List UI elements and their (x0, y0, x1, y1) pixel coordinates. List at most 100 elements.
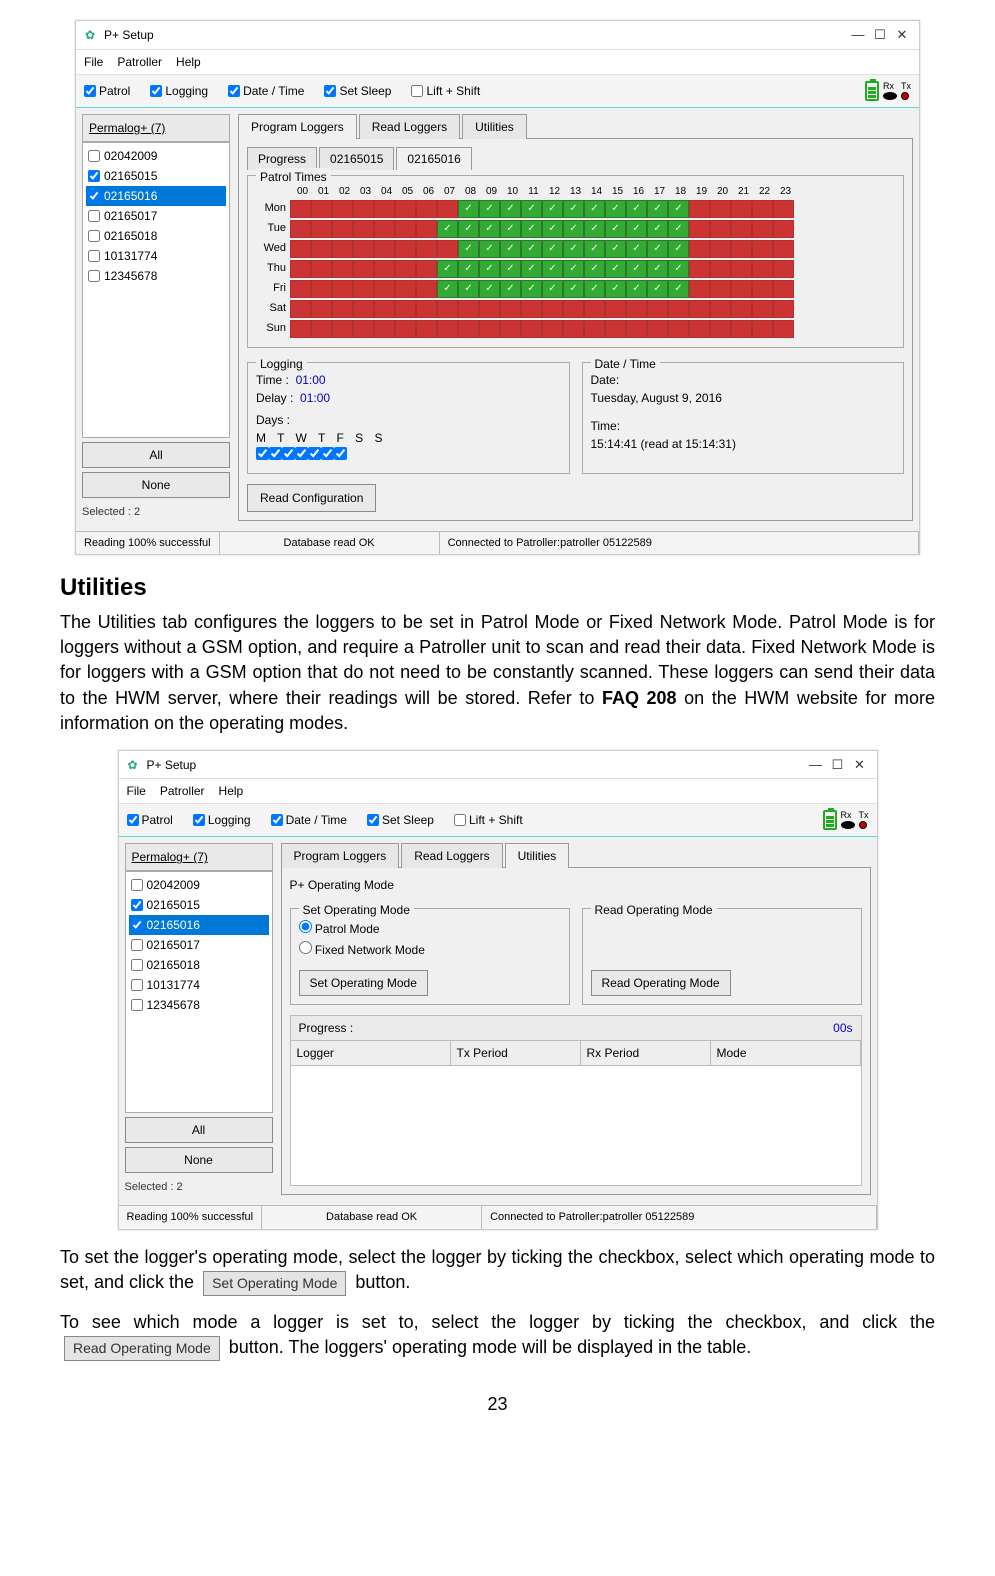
none-button[interactable]: None (82, 472, 230, 498)
read-op-button[interactable]: Read Operating Mode (591, 970, 731, 996)
close-icon[interactable]: ✕ (849, 755, 871, 775)
chk-logging[interactable]: Logging (150, 82, 208, 100)
patrol-cell[interactable] (647, 320, 668, 338)
patrol-cell[interactable] (290, 200, 311, 218)
logger-row[interactable]: 02165016 (86, 186, 226, 206)
patrol-cell[interactable] (731, 260, 752, 278)
patrol-cell[interactable] (311, 240, 332, 258)
patrol-cell[interactable] (710, 240, 731, 258)
patrol-cell[interactable] (773, 260, 794, 278)
patrol-cell[interactable] (500, 260, 521, 278)
tab-read-loggers[interactable]: Read Loggers (359, 114, 460, 139)
chk-patrol[interactable]: Patrol (127, 811, 173, 829)
patrol-cell[interactable] (353, 240, 374, 258)
patrol-cell[interactable] (290, 240, 311, 258)
patrol-cell[interactable] (647, 220, 668, 238)
patrol-cell[interactable] (689, 260, 710, 278)
patrol-cell[interactable] (689, 200, 710, 218)
patrol-cell[interactable] (332, 300, 353, 318)
patrol-cell[interactable] (521, 260, 542, 278)
patrol-cell[interactable] (605, 260, 626, 278)
patrol-cell[interactable] (500, 280, 521, 298)
patrol-cell[interactable] (563, 220, 584, 238)
patrol-cell[interactable] (437, 280, 458, 298)
patrol-cell[interactable] (395, 260, 416, 278)
patrol-cell[interactable] (584, 220, 605, 238)
chk-liftshift[interactable]: Lift + Shift (454, 811, 523, 829)
logger-row[interactable]: 12345678 (86, 266, 226, 286)
patrol-cell[interactable] (332, 240, 353, 258)
logger-row[interactable]: 02165015 (129, 895, 269, 915)
patrol-cell[interactable] (752, 240, 773, 258)
patrol-cell[interactable] (437, 260, 458, 278)
patrol-cell[interactable] (395, 240, 416, 258)
patrol-cell[interactable] (668, 320, 689, 338)
patrol-cell[interactable] (395, 320, 416, 338)
patrol-cell[interactable] (395, 280, 416, 298)
patrol-cell[interactable] (731, 220, 752, 238)
patrol-cell[interactable] (668, 200, 689, 218)
logger-row[interactable]: 12345678 (129, 995, 269, 1015)
all-button[interactable]: All (82, 442, 230, 468)
patrol-cell[interactable] (500, 240, 521, 258)
patrol-cell[interactable] (437, 300, 458, 318)
patrol-cell[interactable] (374, 240, 395, 258)
patrol-cell[interactable] (290, 220, 311, 238)
patrol-cell[interactable] (416, 220, 437, 238)
patrol-cell[interactable] (521, 200, 542, 218)
patrol-cell[interactable] (290, 280, 311, 298)
patrol-cell[interactable] (605, 280, 626, 298)
menu-help[interactable]: Help (176, 53, 201, 71)
patrol-cell[interactable] (689, 320, 710, 338)
patrol-cell[interactable] (605, 200, 626, 218)
days-checkboxes[interactable] (256, 447, 561, 465)
patrol-cell[interactable] (374, 200, 395, 218)
logger-row[interactable]: 10131774 (86, 246, 226, 266)
patrol-cell[interactable] (647, 240, 668, 258)
patrol-cell[interactable] (710, 300, 731, 318)
patrol-cell[interactable] (542, 280, 563, 298)
radio-patrol[interactable]: Patrol Mode (299, 920, 561, 938)
patrol-cell[interactable] (731, 200, 752, 218)
patrol-cell[interactable] (479, 240, 500, 258)
patrol-cell[interactable] (332, 200, 353, 218)
chk-liftshift[interactable]: Lift + Shift (411, 82, 480, 100)
patrol-cell[interactable] (353, 260, 374, 278)
progress-tab-0[interactable]: 02165015 (319, 147, 394, 170)
patrol-cell[interactable] (773, 200, 794, 218)
patrol-cell[interactable] (626, 280, 647, 298)
patrol-cell[interactable] (689, 300, 710, 318)
permalog-header[interactable]: Permalog+ (7) (125, 843, 273, 871)
maximize-icon[interactable]: ☐ (869, 25, 891, 45)
patrol-cell[interactable] (416, 200, 437, 218)
patrol-cell[interactable] (668, 220, 689, 238)
logger-row[interactable]: 02042009 (129, 875, 269, 895)
col-rx[interactable]: Rx Period (581, 1041, 711, 1065)
patrol-cell[interactable] (458, 280, 479, 298)
patrol-cell[interactable] (647, 260, 668, 278)
patrol-cell[interactable] (437, 200, 458, 218)
logger-row[interactable]: 02165018 (129, 955, 269, 975)
patrol-cell[interactable] (605, 240, 626, 258)
patrol-cell[interactable] (395, 200, 416, 218)
patrol-cell[interactable] (290, 320, 311, 338)
patrol-cell[interactable] (416, 320, 437, 338)
logger-row[interactable]: 02165018 (86, 226, 226, 246)
patrol-cell[interactable] (626, 320, 647, 338)
chk-datetime[interactable]: Date / Time (271, 811, 347, 829)
none-button[interactable]: None (125, 1147, 273, 1173)
patrol-cell[interactable] (416, 280, 437, 298)
logger-row[interactable]: 10131774 (129, 975, 269, 995)
patrol-cell[interactable] (752, 280, 773, 298)
logger-row[interactable]: 02165017 (86, 206, 226, 226)
menu-file[interactable]: File (84, 53, 103, 71)
patrol-cell[interactable] (584, 200, 605, 218)
patrol-cell[interactable] (542, 200, 563, 218)
patrol-cell[interactable] (458, 300, 479, 318)
patrol-cell[interactable] (290, 300, 311, 318)
patrol-cell[interactable] (584, 240, 605, 258)
patrol-cell[interactable] (710, 320, 731, 338)
permalog-header[interactable]: Permalog+ (7) (82, 114, 230, 142)
progress-table-body[interactable] (290, 1066, 862, 1186)
patrol-cell[interactable] (773, 320, 794, 338)
